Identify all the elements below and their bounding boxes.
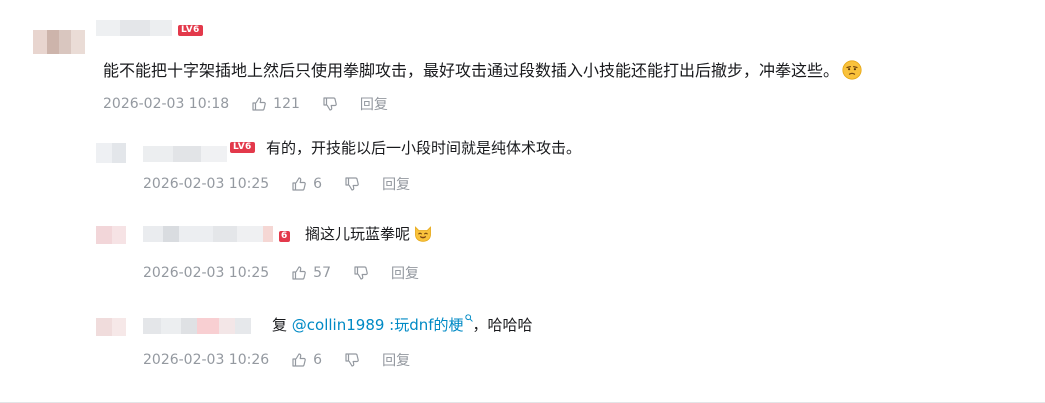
like-count: 57 — [313, 265, 331, 281]
level-badge: 6 — [279, 231, 290, 242]
reply-time: 2026-02-03 10:26 — [143, 352, 270, 368]
thumbs-down-icon — [345, 353, 359, 367]
thumbs-down-icon — [323, 97, 337, 111]
reply-button[interactable]: 回复 — [391, 263, 419, 283]
reply-text: 有的，开技能以后一小段时间就是纯体术攻击。 — [266, 139, 582, 157]
comment-time: 2026-02-03 10:18 — [103, 96, 230, 112]
search-icon[interactable] — [464, 314, 473, 322]
reply-meta: 2026-02-03 10:26 6 回复 — [143, 350, 410, 370]
reply-button[interactable]: 回复 — [382, 350, 410, 370]
like-button[interactable]: 6 — [291, 352, 344, 368]
reply-username[interactable] — [143, 226, 273, 242]
reply-button[interactable]: 回复 — [382, 174, 410, 194]
dislike-button[interactable] — [344, 176, 360, 192]
username[interactable] — [96, 20, 172, 36]
reply-suffix: ，哈哈哈 — [472, 316, 533, 334]
like-button[interactable]: 57 — [291, 265, 353, 281]
like-count: 6 — [313, 352, 323, 368]
dislike-button[interactable] — [322, 96, 338, 112]
comment-body: 能不能把十字架插地上然后只使用拳脚攻击，最好攻击通过段数插入小技能还能打出后撤步… — [103, 61, 840, 80]
reply-meta: 2026-02-03 10:25 57 回复 — [143, 263, 419, 283]
cat-smile-emoji-icon — [415, 226, 431, 242]
reply-username[interactable] — [143, 146, 227, 162]
level-badge: LV6 — [178, 25, 203, 36]
like-count: 121 — [273, 96, 300, 112]
reply-text: 复 @collin1989 :玩dnf的梗 ，哈哈哈 — [272, 314, 533, 336]
comment-text: 能不能把十字架插地上然后只使用拳脚攻击，最好攻击通过段数插入小技能还能打出后撤步… — [103, 60, 862, 82]
reply-meta: 2026-02-03 10:25 6 回复 — [143, 174, 410, 194]
avatar[interactable] — [33, 30, 85, 54]
reply-avatar[interactable] — [96, 143, 126, 163]
reply-body: 搁这儿玩蓝拳呢 — [305, 225, 411, 243]
thumbs-down-icon — [345, 177, 359, 191]
reply-button[interactable]: 回复 — [360, 94, 388, 114]
reply-prefix: 复 — [272, 316, 288, 334]
reply-avatar[interactable] — [96, 318, 126, 336]
dislike-button[interactable] — [344, 352, 360, 368]
keyword-link[interactable]: 玩dnf的梗 — [394, 316, 463, 334]
like-button[interactable]: 121 — [251, 96, 322, 112]
thumbs-up-icon — [252, 97, 267, 111]
comment-meta: 2026-02-03 10:18 121 回复 — [103, 94, 388, 114]
thinking-face-emoji-icon — [842, 60, 862, 80]
reply-username[interactable] — [143, 318, 251, 334]
dislike-button[interactable] — [353, 265, 369, 281]
level-badge: LV6 — [230, 142, 255, 153]
thumbs-up-icon — [292, 353, 307, 367]
like-count: 6 — [313, 176, 323, 192]
mention-link[interactable]: @collin1989 — [292, 316, 385, 334]
like-button[interactable]: 6 — [291, 176, 344, 192]
reply-time: 2026-02-03 10:25 — [143, 176, 270, 192]
reply-text: 搁这儿玩蓝拳呢 — [305, 223, 433, 245]
thumbs-up-icon — [292, 266, 307, 280]
reply-avatar[interactable] — [96, 226, 126, 244]
thumbs-down-icon — [354, 266, 368, 280]
reply-time: 2026-02-03 10:25 — [143, 265, 270, 281]
mention-separator: : — [384, 316, 395, 334]
thumbs-up-icon — [292, 177, 307, 191]
